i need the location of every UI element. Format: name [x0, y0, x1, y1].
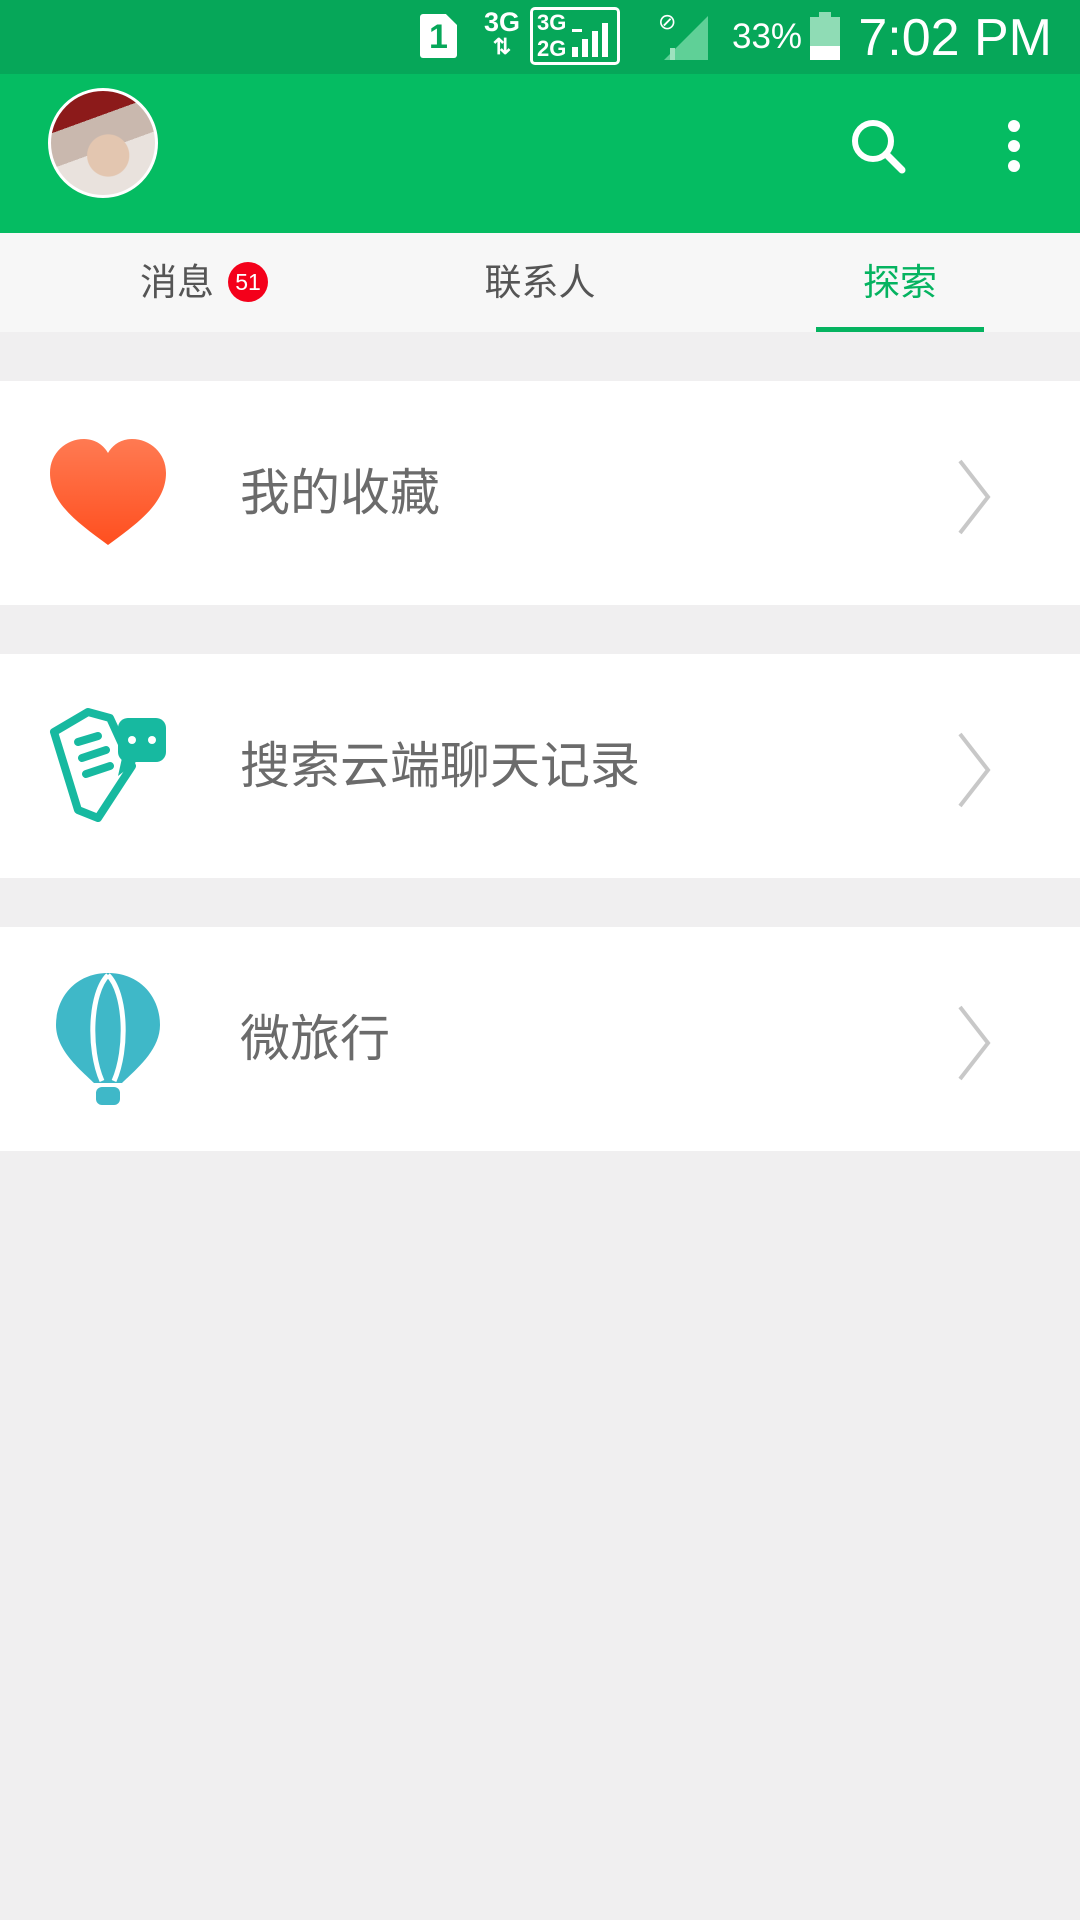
- user-avatar[interactable]: [48, 88, 158, 198]
- tab-bar: 消息 联系人 探索: [0, 233, 1080, 332]
- heart-icon: [50, 439, 166, 545]
- chevron-right-icon: [958, 732, 991, 808]
- battery-percent: 33%: [732, 17, 803, 56]
- tab-contacts[interactable]: 联系人: [430, 233, 650, 332]
- tab-explore[interactable]: 探索: [800, 233, 1000, 332]
- app-bar: [0, 74, 1080, 233]
- unread-badge: 51: [228, 262, 268, 302]
- list-item-micro-travel[interactable]: 微旅行: [0, 927, 1080, 1151]
- list-item-cloud-chat-search[interactable]: 搜索云端聊天记录: [0, 654, 1080, 878]
- chevron-right-icon: [958, 459, 991, 535]
- search-icon[interactable]: [848, 116, 908, 176]
- chevron-right-icon: [958, 1005, 991, 1081]
- signal-strength-icon: [664, 16, 708, 60]
- network-type-label: 3G: [483, 7, 521, 37]
- list-item-label: 搜索云端聊天记录: [240, 737, 640, 795]
- dual-bottom-label: 2G: [537, 36, 567, 61]
- active-tab-indicator: [816, 327, 984, 332]
- network-type-icon: 3G ⇅: [480, 8, 524, 58]
- battery-icon: [810, 12, 840, 60]
- more-vert-icon[interactable]: [1000, 118, 1028, 174]
- sim-card-icon: 1: [420, 14, 457, 58]
- dual-sim-signal-icon: 3G 2G: [530, 7, 620, 65]
- status-bar: 1 3G ⇅ 3G 2G ⊘ 33% 7:02 PM: [0, 0, 1080, 74]
- dual-top-label: 3G: [537, 10, 567, 35]
- list-item-label: 微旅行: [240, 1010, 390, 1068]
- hot-air-balloon-icon: [56, 973, 160, 1105]
- list-item-label: 我的收藏: [240, 464, 440, 522]
- data-arrows-icon: ⇅: [492, 34, 512, 59]
- chat-record-icon: [50, 708, 166, 822]
- signal-bars-icon: [572, 23, 608, 57]
- clock: 7:02 PM: [858, 9, 1052, 67]
- list-item-favorites[interactable]: 我的收藏: [0, 381, 1080, 605]
